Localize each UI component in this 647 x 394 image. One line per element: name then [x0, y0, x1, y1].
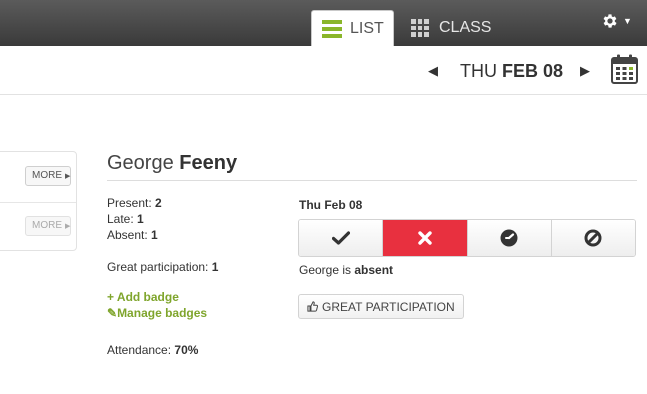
attendance-button-group [298, 219, 636, 257]
present-button[interactable] [299, 220, 384, 256]
attendance-rate: Attendance: 70% [107, 343, 198, 357]
participation-label: Great participation: [107, 260, 209, 274]
tab-class-label: CLASS [439, 19, 492, 36]
late-value: 1 [137, 212, 144, 226]
student-first-name: George [107, 152, 174, 174]
top-bar: LIST CLASS ▼ [0, 0, 647, 46]
participation-value: 1 [211, 260, 219, 274]
more-button[interactable]: MORE ▶ [25, 216, 71, 236]
absent-label: Absent: [107, 228, 148, 242]
absent-value: 1 [151, 228, 158, 242]
status-prefix: George is [299, 263, 352, 277]
triangle-right-icon: ▶ [580, 63, 590, 78]
date-day: FEB 08 [502, 61, 564, 81]
x-icon [418, 231, 432, 245]
settings-menu-button[interactable]: ▼ [601, 12, 632, 30]
triangle-left-icon: ◀ [428, 63, 438, 78]
great-participation-label: GREAT PARTICIPATION [322, 299, 455, 314]
more-label: MORE [32, 170, 62, 181]
great-participation-button[interactable]: GREAT PARTICIPATION [298, 294, 464, 319]
student-list: MORE ▶ MORE ▶ [0, 151, 77, 251]
tab-list[interactable]: LIST [311, 10, 394, 46]
present-count: Present: 2 [107, 196, 162, 210]
participation-count: Great participation: 1 [107, 260, 218, 274]
status-value: absent [354, 263, 394, 277]
date-weekday: THU [460, 61, 497, 81]
more-button[interactable]: MORE ▶ [25, 166, 71, 186]
clock-icon [500, 229, 518, 247]
gear-icon [603, 14, 617, 28]
current-date: THU FEB 08 [460, 58, 563, 84]
check-icon [331, 231, 350, 245]
tab-class[interactable]: CLASS [409, 10, 509, 46]
triangle-right-icon: ▶ [65, 173, 71, 180]
absent-button[interactable] [383, 220, 468, 256]
triangle-right-icon: ▶ [65, 223, 71, 230]
attendance-value: 70% [174, 343, 199, 357]
list-icon [322, 19, 342, 38]
chevron-down-icon: ▼ [623, 16, 632, 26]
tab-list-label: LIST [350, 19, 384, 37]
manage-badges-label: Manage badges [117, 306, 208, 320]
prev-day-button[interactable]: ◀ [428, 58, 438, 84]
excused-icon [584, 229, 602, 247]
header-divider [0, 94, 647, 95]
manage-badges-link[interactable]: ✎Manage badges [107, 306, 207, 320]
add-badge-link[interactable]: + Add badge [107, 290, 179, 304]
student-last-name: Feeny [179, 152, 238, 174]
late-count: Late: 1 [107, 212, 144, 226]
student-name: George Feeny [107, 152, 237, 175]
present-value: 2 [155, 196, 162, 210]
more-label: MORE [32, 220, 62, 231]
heading-divider [107, 180, 637, 181]
pencil-icon: ✎ [107, 306, 118, 320]
late-label: Late: [107, 212, 134, 226]
calendar-icon [611, 54, 638, 84]
list-divider [0, 202, 76, 203]
absent-count: Absent: 1 [107, 228, 158, 242]
thumbs-up-icon [307, 301, 318, 312]
attendance-label: Attendance: [107, 343, 172, 357]
calendar-button[interactable] [611, 54, 638, 89]
present-label: Present: [107, 196, 152, 210]
attendance-date: Thu Feb 08 [299, 198, 363, 212]
grid-icon [411, 19, 429, 37]
attendance-status: George is absent [299, 263, 393, 277]
next-day-button[interactable]: ▶ [580, 58, 590, 84]
late-button[interactable] [467, 220, 552, 256]
excused-button[interactable] [551, 220, 635, 256]
